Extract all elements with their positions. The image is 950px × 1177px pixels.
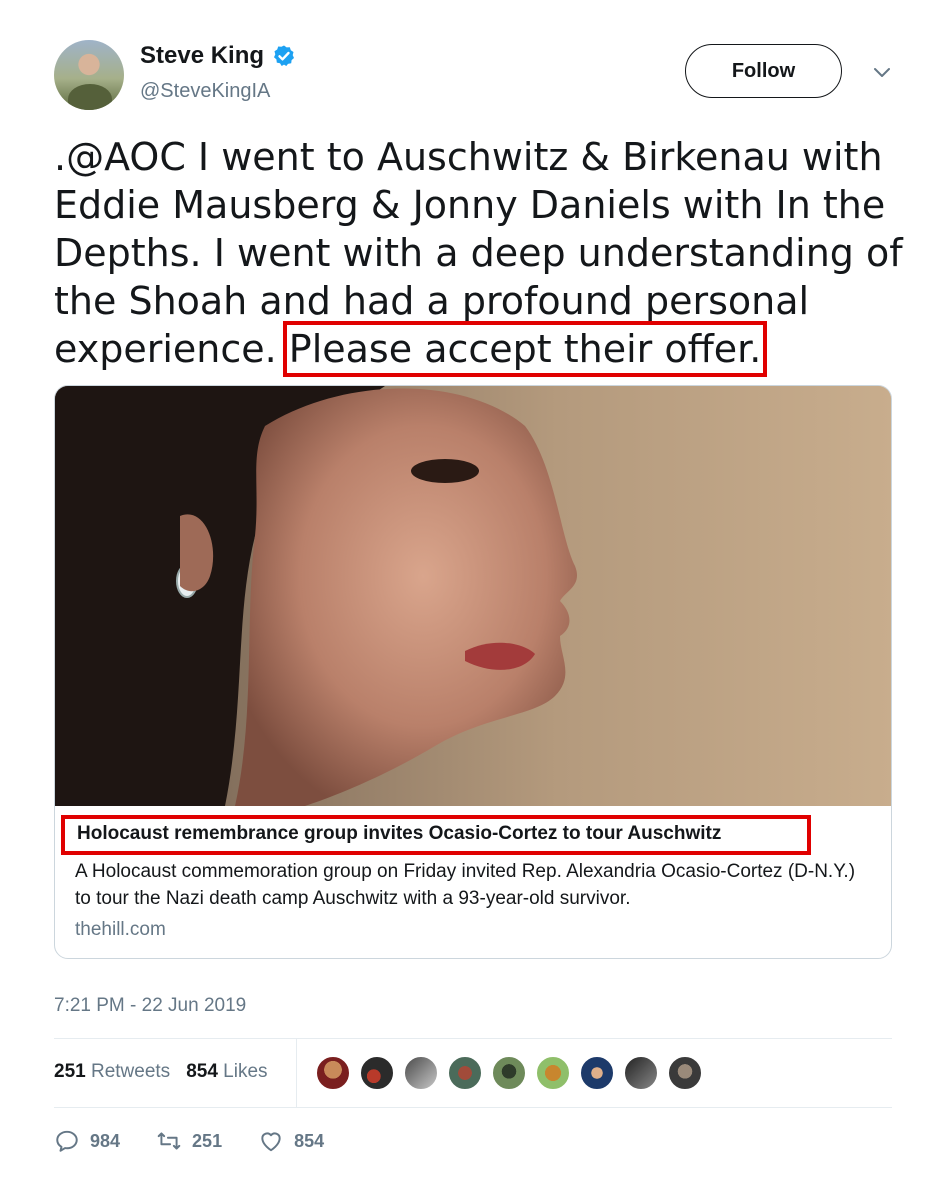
follow-button[interactable]: Follow [685,44,842,98]
card-image [55,386,891,806]
tweet-timestamp[interactable]: 7:21 PM - 22 Jun 2019 [54,995,246,1017]
tweet-text: .@AOC I went to Auschwitz & Birkenau wit… [54,133,914,377]
reply-icon [56,1130,78,1152]
retweets-stat[interactable]: 251 Retweets [54,1061,170,1083]
liker-avatar[interactable] [447,1055,483,1091]
likes-label: Likes [223,1061,268,1082]
stats-bottom-divider [54,1107,892,1108]
liker-avatar[interactable] [535,1055,571,1091]
retweet-icon [157,1132,181,1150]
liker-avatar[interactable] [315,1055,351,1091]
stats-top-divider [54,1038,892,1039]
like-count: 854 [294,1130,325,1151]
retweet-count: 251 [192,1130,223,1151]
liker-avatar[interactable] [579,1055,615,1091]
retweet-button[interactable]: 251 [156,1128,222,1154]
liker-avatar[interactable] [491,1055,527,1091]
author-name[interactable]: Steve King [140,42,264,70]
stats-separator [296,1039,297,1107]
reply-button[interactable]: 984 [54,1128,120,1154]
likes-stat[interactable]: 854 Likes [186,1061,267,1083]
author-name-row: Steve King [140,42,296,70]
liker-avatar[interactable] [623,1055,659,1091]
chevron-down-icon[interactable] [872,62,892,82]
reply-count: 984 [90,1130,121,1151]
stats-row: 251 Retweets 854 Likes [54,1061,268,1083]
author-handle[interactable]: @SteveKingIA [140,80,270,103]
liker-avatar[interactable] [667,1055,703,1091]
card-title[interactable]: Holocaust remembrance group invites Ocas… [75,823,723,845]
card-description: A Holocaust commemoration group on Frida… [75,861,856,909]
liker-avatar[interactable] [359,1055,395,1091]
likers-avatars [315,1055,703,1091]
like-button[interactable]: 854 [258,1128,324,1154]
likes-count: 854 [186,1061,218,1082]
retweets-count: 251 [54,1061,86,1082]
author-avatar[interactable] [54,40,124,110]
liker-avatar[interactable] [403,1055,439,1091]
retweets-label: Retweets [90,1061,171,1082]
card-domain: thehill.com [75,919,166,940]
like-icon [261,1132,281,1152]
tweet-text-highlight: Please accept their offer. [282,321,768,377]
link-card[interactable]: Holocaust remembrance group invites Ocas… [54,385,892,959]
tweet-actions: 984 251 854 [54,1128,360,1154]
verified-badge-icon [274,45,295,66]
